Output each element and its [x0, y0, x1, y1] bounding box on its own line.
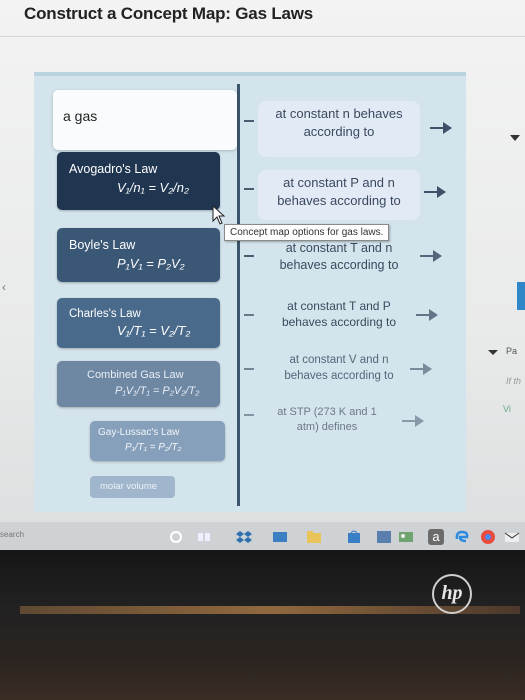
option-equation: V₁/n₁ = V₂/n₂: [117, 180, 189, 195]
right-arrow-icon[interactable]: [410, 363, 432, 375]
option-label: Boyle's Law: [69, 238, 136, 252]
header-divider: [0, 36, 525, 37]
side-tab[interactable]: [517, 282, 525, 310]
option-a-gas[interactable]: a gas: [53, 90, 237, 150]
taskbar-app-a[interactable]: a: [428, 529, 444, 545]
option-label: a gas: [63, 108, 98, 124]
store-icon[interactable]: [346, 529, 362, 545]
side-text: Vi: [503, 404, 511, 414]
dropbox-icon[interactable]: [236, 529, 252, 545]
statement-line: at constant T and P: [287, 299, 391, 313]
option-boyles-law[interactable]: Boyle's Law P₁V₁ = P₂V₂: [57, 228, 220, 282]
column-divider: [237, 84, 240, 506]
option-label: Gay-Lussac's Law: [98, 427, 180, 438]
statement-line: at constant n behaves: [275, 106, 403, 121]
right-arrow-icon[interactable]: [420, 250, 442, 262]
right-arrow-icon[interactable]: [430, 122, 452, 134]
connector-dash: [244, 188, 254, 190]
connector-dash: [244, 255, 254, 257]
tooltip: Concept map options for gas laws.: [224, 224, 390, 241]
screen: Construct a Concept Map: Gas Laws a gas …: [0, 0, 525, 550]
statement-line: at constant V and n: [289, 354, 389, 366]
chevron-left-icon[interactable]: ‹: [2, 280, 6, 294]
option-label: Charles's Law: [69, 308, 141, 320]
chevron-down-icon[interactable]: [510, 135, 520, 141]
statement-line: behaves according to: [284, 369, 394, 382]
taskbar: [0, 522, 525, 550]
statement-2[interactable]: at constant P and n behaves according to: [258, 170, 420, 220]
option-equation: P₁V₁/T₁ = P₂V₂/T₂: [115, 385, 200, 397]
option-equation: P₁/T₁ = P₂/T₂: [125, 442, 182, 453]
photo-app-icon[interactable]: [398, 529, 414, 545]
option-equation: V₁/T₁ = V₂/T₂: [117, 323, 191, 338]
statement-5[interactable]: at constant V and n behaves according to: [258, 353, 420, 389]
statement-line: according to: [303, 123, 375, 139]
statement-4[interactable]: at constant T and P behaves according to: [258, 298, 420, 338]
statement-line: behaves according to: [279, 257, 399, 272]
photos-icon[interactable]: [272, 529, 288, 545]
option-gay-lussacs-law[interactable]: Gay-Lussac's Law P₁/T₁ = P₂/T₂: [90, 421, 225, 461]
hp-logo: hp: [432, 574, 472, 614]
connector-dash: [244, 368, 254, 370]
mail-icon[interactable]: [504, 529, 520, 545]
app-icon[interactable]: [376, 529, 392, 545]
side-text: If th: [506, 376, 522, 386]
side-text: Pa: [506, 346, 518, 356]
statement-line: at constant P and n: [283, 175, 395, 190]
option-label: molar volume: [100, 481, 158, 492]
statement-line: at constant T and n: [285, 241, 393, 255]
taskbar-search[interactable]: search: [0, 530, 24, 539]
statement-line: atm) defines: [296, 420, 358, 433]
statement-line: behaves according to: [281, 315, 397, 330]
option-label: Avogadro's Law: [69, 162, 158, 176]
statement-6[interactable]: at STP (273 K and 1 atm) defines: [252, 405, 402, 439]
option-charles-law[interactable]: Charles's Law V₁/T₁ = V₂/T₂: [57, 298, 220, 348]
option-label: Combined Gas Law: [87, 369, 184, 381]
cortana-icon[interactable]: [168, 529, 184, 545]
chevron-down-icon[interactable]: [488, 350, 498, 355]
file-explorer-icon[interactable]: [306, 529, 322, 545]
option-equation: P₁V₁ = P₂V₂: [117, 256, 185, 271]
option-combined-gas-law[interactable]: Combined Gas Law P₁V₁/T₁ = P₂V₂/T₂: [57, 361, 220, 407]
right-arrow-icon[interactable]: [402, 415, 424, 427]
statement-1[interactable]: at constant n behaves according to: [258, 101, 420, 157]
task-view-icon[interactable]: [196, 529, 212, 545]
edge-browser-icon[interactable]: [454, 529, 470, 545]
chrome-icon[interactable]: [480, 529, 496, 545]
statement-line: at STP (273 K and 1: [277, 406, 377, 418]
right-arrow-icon[interactable]: [424, 186, 446, 198]
laptop-bezel: [0, 550, 525, 700]
option-avogadros-law[interactable]: Avogadro's Law V₁/n₁ = V₂/n₂: [57, 152, 220, 210]
connector-dash: [244, 314, 254, 316]
statement-line: behaves according to: [277, 192, 401, 208]
right-arrow-icon[interactable]: [416, 309, 438, 321]
connector-dash: [244, 120, 254, 122]
statement-3[interactable]: at constant T and n behaves according to: [258, 240, 420, 280]
option-molar-volume[interactable]: molar volume: [90, 476, 175, 498]
mouse-cursor-icon: [212, 205, 226, 225]
page-title: Construct a Concept Map: Gas Laws: [24, 4, 314, 23]
